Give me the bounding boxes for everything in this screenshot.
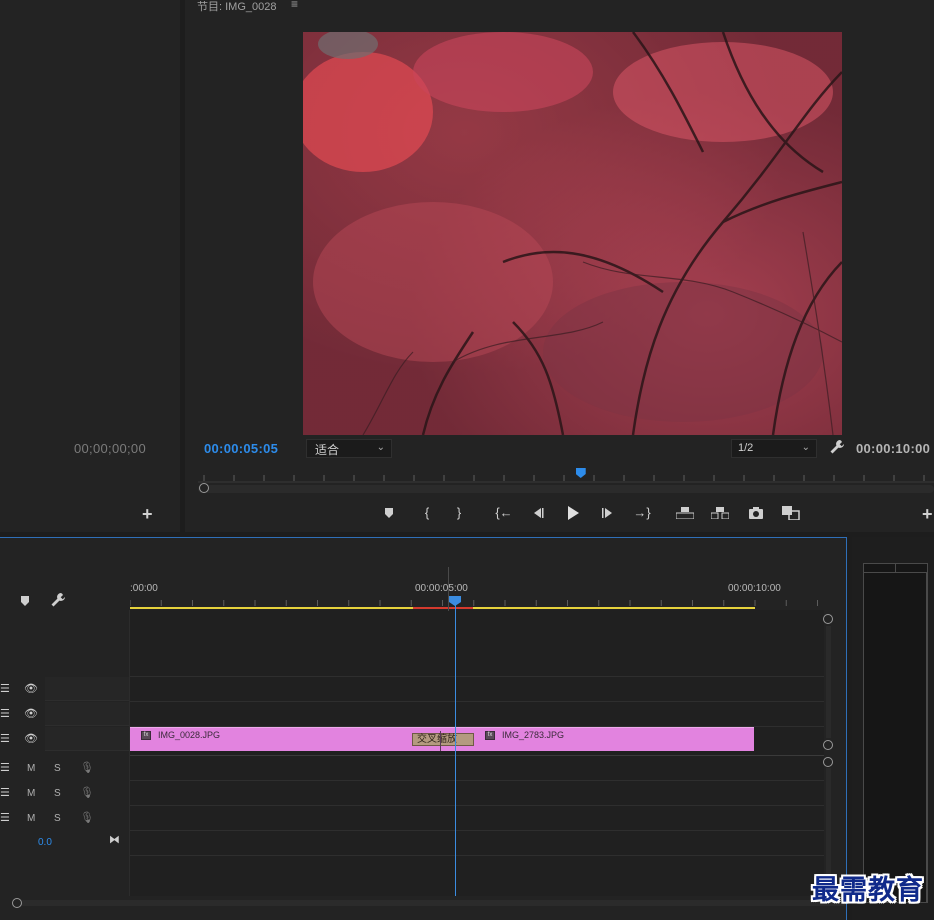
video-audio-divider [130, 755, 824, 756]
duration-timecode: 00:00:10:00 [856, 441, 931, 456]
video-track-header-v3[interactable] [45, 677, 129, 701]
timeline-ruler[interactable] [129, 578, 822, 610]
mute-button-a1[interactable]: M [27, 763, 35, 774]
sync-lock-icon[interactable]: ☰ [0, 786, 10, 799]
video-track-header-v2[interactable] [45, 702, 129, 726]
zoom-fit-select[interactable]: 适合 ⌄ [306, 439, 392, 458]
sync-lock-icon[interactable]: ☰ [0, 707, 10, 720]
timeline-horizontal-scrollbar[interactable] [20, 900, 846, 906]
timeline-scroll-handle[interactable] [12, 898, 22, 908]
add-marker-button[interactable] [378, 503, 400, 523]
playback-resolution-select[interactable]: 1/2 ⌄ [731, 439, 817, 458]
extract-button[interactable] [709, 503, 731, 523]
master-volume-value[interactable]: 0.0 [38, 837, 52, 848]
red-foliage-image [303, 32, 842, 435]
video-scroll-bottom-handle[interactable] [823, 740, 833, 750]
video-track-header-v1[interactable] [45, 727, 129, 751]
ruler-label-start: :00:00 [130, 583, 158, 594]
chevron-down-icon: ⌄ [376, 442, 385, 453]
fx-badge: fx [141, 731, 151, 740]
clip-name-1: IMG_0028.JPG [158, 730, 221, 740]
microphone-icon[interactable]: 🎙 [80, 761, 94, 774]
go-to-out-button[interactable]: →} [631, 503, 653, 523]
mark-in-button[interactable]: { [416, 503, 438, 523]
resolution-select-value: 1/2 [738, 442, 754, 454]
solo-button-a3[interactable]: S [54, 813, 61, 824]
step-back-button[interactable] [527, 503, 549, 523]
audio-scroll-top-handle[interactable] [823, 757, 833, 767]
track-divider [130, 701, 824, 702]
ruler-label-10s: 00:00:10:00 [728, 583, 781, 594]
go-to-edge-icon[interactable]: ⧓ [109, 833, 120, 846]
track-headers [0, 610, 130, 896]
mute-button-a3[interactable]: M [27, 813, 35, 824]
mark-out-button[interactable]: } [448, 503, 470, 523]
track-area[interactable] [130, 610, 824, 896]
mute-button-a2[interactable]: M [27, 788, 35, 799]
render-bar [413, 607, 473, 609]
track-divider [130, 830, 824, 831]
microphone-icon[interactable]: 🎙 [80, 786, 94, 799]
solo-button-a2[interactable]: S [54, 788, 61, 799]
timeline-playhead-line[interactable] [455, 604, 456, 896]
fx-badge: fx [485, 731, 495, 740]
chevron-down-icon: ⌄ [801, 442, 810, 453]
sync-lock-icon[interactable]: ☰ [0, 682, 10, 695]
current-timecode[interactable]: 00:00:05:05 [204, 441, 278, 456]
zoom-scrollbar[interactable] [198, 485, 934, 493]
track-divider [130, 805, 824, 806]
sync-lock-icon[interactable]: ☰ [0, 732, 10, 745]
camera-icon[interactable] [745, 503, 767, 523]
program-video-frame [303, 32, 842, 435]
microphone-icon[interactable]: 🎙 [80, 811, 94, 824]
video-tracks-scrollbar[interactable] [826, 626, 831, 738]
solo-button-a1[interactable]: S [54, 763, 61, 774]
eye-icon[interactable]: 👁 [24, 682, 38, 695]
zoom-scroll-handle[interactable] [199, 483, 209, 493]
panel-menu-icon[interactable]: ≡ [291, 0, 298, 11]
go-to-in-button[interactable]: {← [493, 503, 515, 523]
fit-select-value: 适合 [315, 443, 340, 457]
step-forward-button[interactable] [597, 503, 619, 523]
meter-divider [895, 563, 896, 573]
edit-point [440, 731, 441, 751]
track-divider [130, 676, 824, 677]
video-scroll-top-handle[interactable] [823, 614, 833, 624]
play-button[interactable] [562, 503, 584, 523]
track-divider [130, 780, 824, 781]
sync-lock-icon[interactable]: ☰ [0, 811, 10, 824]
lift-button[interactable] [674, 503, 696, 523]
add-marker-icon[interactable] [19, 594, 31, 606]
track-divider [130, 855, 824, 856]
program-add-button[interactable]: + [922, 505, 933, 523]
program-time-ruler[interactable] [198, 465, 934, 485]
eye-icon[interactable]: 👁 [24, 707, 38, 720]
compare-view-icon[interactable] [780, 503, 802, 523]
watermark-logo: 最需教育 [812, 875, 924, 906]
audio-meter [863, 563, 928, 903]
eye-icon[interactable]: 👁 [24, 732, 38, 745]
source-timecode[interactable]: 00;00;00;00 [74, 441, 146, 456]
snap-indicator [448, 567, 449, 611]
program-monitor-title[interactable]: 节目: IMG_0028 [197, 0, 276, 14]
meter-scale [926, 573, 927, 903]
cross-zoom-transition[interactable]: 交叉缩放 [412, 733, 474, 746]
sync-lock-icon[interactable]: ☰ [0, 761, 10, 774]
clip-name-2: IMG_2783.JPG [502, 730, 565, 740]
wrench-icon[interactable] [829, 439, 845, 455]
timeline-settings-wrench-icon[interactable] [50, 592, 66, 608]
ruler-label-5s: 00:00:05:00 [415, 583, 468, 594]
source-add-button[interactable]: + [142, 505, 153, 523]
